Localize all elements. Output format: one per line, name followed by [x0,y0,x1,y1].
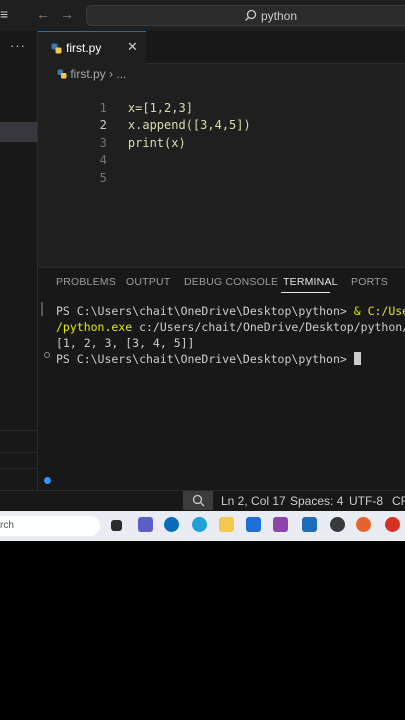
breadcrumb: first.py › ... [57,67,126,81]
line-number: 5 [99,170,107,185]
wps-icon[interactable] [385,517,400,532]
command-decoration-icon[interactable] [44,352,50,358]
encoding[interactable]: UTF-8 [349,494,383,508]
python-file-icon [51,43,62,54]
terminal-output[interactable]: PS C:\Users\chait\OneDrive\Desktop\pytho… [56,303,405,367]
bottom-panel [38,267,405,490]
breadcrumb-file[interactable]: first.py [70,67,105,81]
status-dot-icon [44,477,51,484]
sidebar-divider [0,468,37,469]
line-number: 2 [99,118,107,132]
line-number: 1 [99,100,107,115]
clipchamp-icon[interactable] [273,517,288,532]
cursor-position[interactable]: Ln 2, Col 17 [221,494,286,508]
code-text: print(x) [127,135,186,150]
edge-icon[interactable] [192,517,207,532]
zoom-button[interactable] [183,491,213,510]
terminal-line: /python.exe c:/Users/chait/OneDrive/Desk… [56,319,405,335]
explorer-sidebar [0,31,38,490]
breadcrumb-more[interactable]: ... [116,67,126,81]
file-explorer-icon[interactable] [219,517,234,532]
firefox-icon[interactable] [356,517,371,532]
search-text: python [261,9,298,23]
store-icon[interactable] [246,517,261,532]
menu-icon[interactable]: ≡ [0,6,8,22]
sidebar-divider [0,452,37,453]
notepad-icon[interactable] [302,517,317,532]
more-actions-icon[interactable]: ··· [10,38,26,53]
python-file-icon [57,69,67,79]
tab-problems[interactable]: PROBLEMS [56,276,116,288]
code-text: x=[1,2,3] [127,100,193,115]
terminal-cursor [353,352,361,365]
close-icon[interactable]: ✕ [127,39,138,55]
terminal-command: /python.exe [56,320,133,334]
back-arrow-icon[interactable]: ← [36,6,50,22]
tab-debug-console[interactable]: DEBUG CONSOLE [184,276,278,288]
terminal-gutter-mark [41,302,43,316]
tab-first-py[interactable]: first.py ✕ [38,31,146,64]
code-text: x.append([3,4,5]) [127,118,251,132]
terminal-line: [1, 2, 3, [3, 4, 5]] [56,336,195,350]
tab-ports[interactable]: PORTS [351,276,388,288]
dell-icon[interactable] [164,517,179,532]
task-view-icon[interactable] [111,520,122,531]
line-ending[interactable]: CR [392,494,405,508]
tab-label: first.py [66,41,102,55]
teams-icon[interactable] [138,517,153,532]
zoom-icon [192,494,205,507]
sidebar-selected-item[interactable] [0,122,37,142]
tab-output[interactable]: OUTPUT [126,276,170,288]
terminal-line: PS C:\Users\chait\OneDrive\Desktop\pytho… [56,303,405,319]
tab-terminal[interactable]: TERMINAL [283,276,338,288]
terminal-command: & C:/Users/ [353,304,405,318]
letterbox [0,541,405,720]
terminal-prompt: PS C:\Users\chait\OneDrive\Desktop\pytho… [56,352,354,366]
taskbar-search[interactable]: rch [0,516,100,536]
search-icon [245,9,257,21]
indentation[interactable]: Spaces: 4 [290,494,343,508]
forward-arrow-icon[interactable]: → [60,6,74,22]
taskbar-search-text: rch [0,520,14,531]
sidebar-divider [0,430,37,431]
code-lines: 1 x=[1,2,3] 2 x.append([3,4,5]) 3 print(x) … [38,82,251,185]
terminal-arg: c:/Users/chait/OneDrive/Desktop/python/f… [132,320,405,334]
active-tab-indicator [281,292,330,293]
breadcrumb-separator: › [109,67,114,81]
line-number: 4 [99,153,107,167]
code-line: 1 x=[1,2,3] [38,82,251,115]
app-icon[interactable] [330,517,345,532]
terminal-line: PS C:\Users\chait\OneDrive\Desktop\pytho… [56,351,405,367]
terminal-prompt: PS C:\Users\chait\OneDrive\Desktop\pytho… [56,304,354,318]
line-number: 3 [99,135,107,150]
